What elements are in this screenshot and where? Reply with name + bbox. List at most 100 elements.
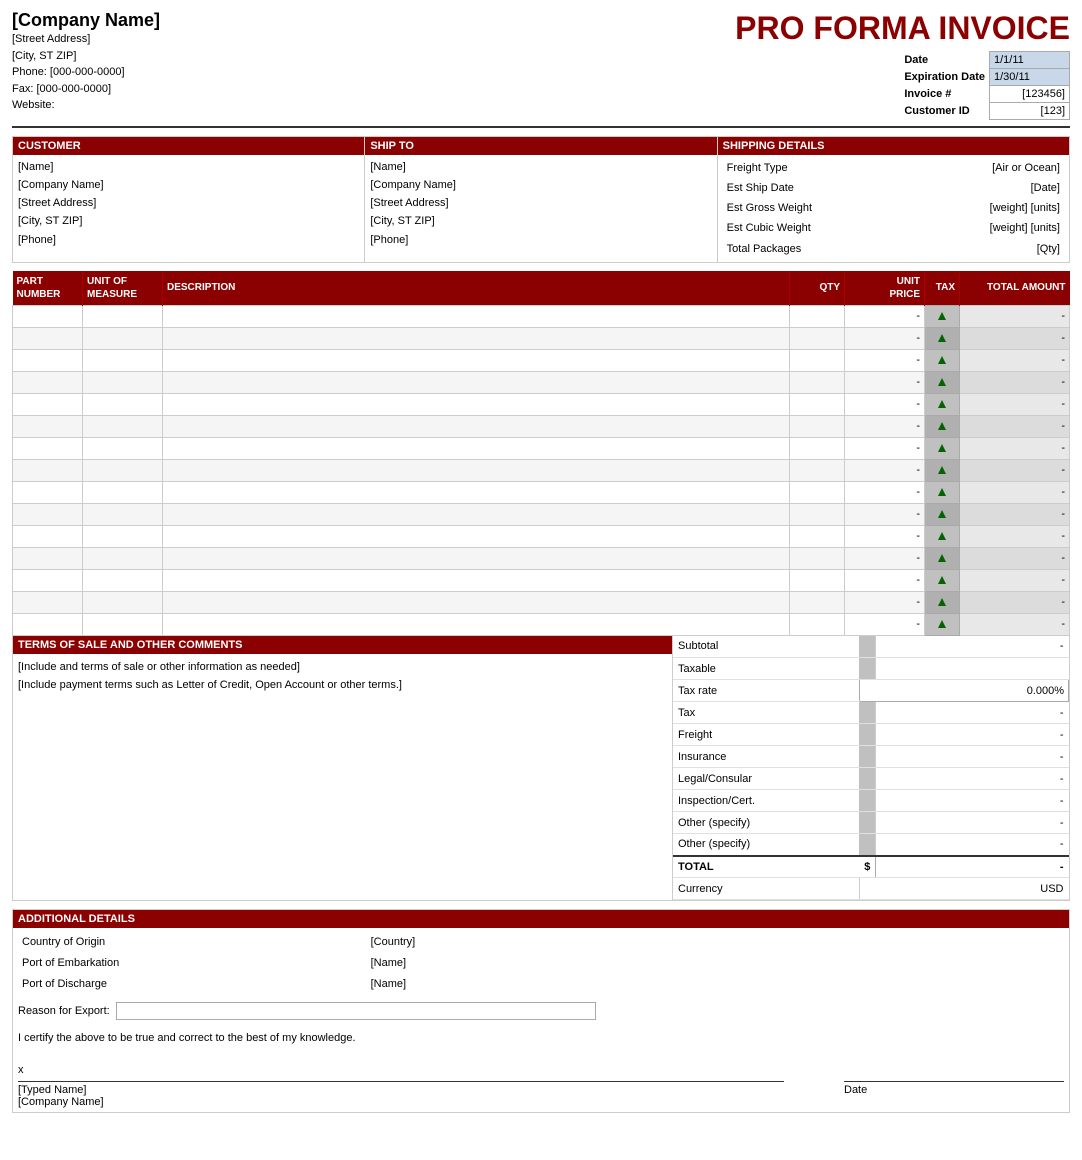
part-cell [13, 547, 83, 569]
ship-to-header: SHIP TO [365, 137, 716, 155]
desc-cell [163, 613, 790, 635]
other2-marker [859, 834, 876, 856]
total-cell: - [960, 393, 1070, 415]
bottom-section: TERMS OF SALE AND OTHER COMMENTS [Includ… [12, 636, 1070, 902]
unit-cell [83, 525, 163, 547]
taxable-label: Taxable [673, 658, 859, 680]
tax-icon-cell [925, 569, 960, 591]
tax-checkbox-icon[interactable] [929, 575, 955, 585]
table-row: -- [13, 459, 1070, 481]
tax-checkbox-icon[interactable] [929, 465, 955, 475]
taxable-marker [859, 658, 876, 680]
table-row: -- [13, 591, 1070, 613]
discharge-label: Port of Discharge [18, 974, 367, 995]
insurance-value: - [876, 746, 1069, 768]
tax-checkbox-icon[interactable] [929, 399, 955, 409]
tax-checkbox-icon[interactable] [929, 311, 955, 321]
tax-checkbox-icon[interactable] [929, 597, 955, 607]
embarkation-label: Port of Embarkation [18, 953, 367, 974]
tax-checkbox-icon[interactable] [929, 487, 955, 497]
tax-rate-value[interactable]: 0.000% [859, 680, 1068, 702]
unit-cell [83, 569, 163, 591]
price-cell: - [845, 591, 925, 613]
tax-checkbox-icon[interactable] [929, 421, 955, 431]
additional-content: Country of Origin [Country] Port of Emba… [13, 928, 1069, 1112]
tax-checkbox-icon[interactable] [929, 443, 955, 453]
info-sections: CUSTOMER [Name] [Company Name] [Street A… [12, 136, 1070, 263]
ship-to-city: [City, ST ZIP] [370, 212, 711, 230]
part-cell [13, 591, 83, 613]
part-cell [13, 371, 83, 393]
desc-cell [163, 569, 790, 591]
tax-icon-cell [925, 305, 960, 327]
terms-col: TERMS OF SALE AND OTHER COMMENTS [Includ… [13, 636, 673, 901]
currency-label: Currency [673, 878, 859, 900]
customer-company: [Company Name] [18, 176, 359, 194]
shipping-details-content: Freight Type [Air or Ocean] Est Ship Dat… [718, 155, 1069, 262]
tax-icon-cell [925, 481, 960, 503]
qty-cell [790, 349, 845, 371]
qty-cell [790, 525, 845, 547]
desc-cell [163, 393, 790, 415]
other1-marker [859, 812, 876, 834]
ship-to-phone: [Phone] [370, 231, 711, 249]
col-part-header: PARTNUMBER [13, 271, 83, 306]
total-cell: - [960, 327, 1070, 349]
table-row: -- [13, 481, 1070, 503]
desc-cell [163, 327, 790, 349]
tax-checkbox-icon[interactable] [929, 377, 955, 387]
tax-checkbox-icon[interactable] [929, 619, 955, 629]
tax-icon-cell [925, 525, 960, 547]
tax-checkbox-icon[interactable] [929, 355, 955, 365]
other2-label: Other (specify) [673, 834, 859, 856]
certify-text: I certify the above to be true and corre… [18, 1032, 1064, 1044]
price-cell: - [845, 613, 925, 635]
ship-to-section: SHIP TO [Name] [Company Name] [Street Ad… [365, 137, 717, 262]
taxable-value [876, 658, 1069, 680]
desc-cell [163, 305, 790, 327]
price-cell: - [845, 547, 925, 569]
additional-section: ADDITIONAL DETAILS Country of Origin [Co… [12, 909, 1070, 1113]
price-cell: - [845, 393, 925, 415]
tax-checkbox-icon[interactable] [929, 531, 955, 541]
totals-col: Subtotal - Taxable Tax rate 0.000% Tax -… [673, 636, 1069, 901]
sig-block-date: Date [844, 1064, 1064, 1108]
tax-icon-cell [925, 459, 960, 481]
part-cell [13, 393, 83, 415]
other2-value: - [876, 834, 1069, 856]
freight-total-label: Freight [673, 724, 859, 746]
total-cell: - [960, 503, 1070, 525]
company-website: Website: [12, 97, 160, 114]
ship-to-company: [Company Name] [370, 176, 711, 194]
qty-cell [790, 437, 845, 459]
invoice-value: [123456] [990, 86, 1070, 103]
items-table: PARTNUMBER UNIT OFMEASURE DESCRIPTION QT… [12, 271, 1070, 636]
origin-label: Country of Origin [18, 932, 367, 953]
tax-checkbox-icon[interactable] [929, 553, 955, 563]
sig-x-label: x [18, 1064, 24, 1076]
unit-cell [83, 371, 163, 393]
price-cell: - [845, 569, 925, 591]
qty-cell [790, 459, 845, 481]
discharge-value: [Name] [367, 974, 541, 995]
tax-checkbox-icon[interactable] [929, 333, 955, 343]
part-cell [13, 415, 83, 437]
page-header: [Company Name] [Street Address] [City, S… [12, 10, 1070, 128]
total-cell: - [960, 547, 1070, 569]
qty-cell [790, 371, 845, 393]
unit-cell [83, 327, 163, 349]
total-cell: - [960, 349, 1070, 371]
desc-cell [163, 591, 790, 613]
unit-cell [83, 547, 163, 569]
currency-value: USD [859, 878, 1068, 900]
terms-content: [Include and terms of sale or other info… [13, 654, 672, 699]
additional-header: ADDITIONAL DETAILS [13, 910, 1069, 928]
date-label: Date [900, 52, 989, 69]
desc-cell [163, 437, 790, 459]
shipping-details-section: SHIPPING DETAILS Freight Type [Air or Oc… [718, 137, 1069, 262]
reason-input[interactable] [116, 1002, 596, 1020]
ship-to-name: [Name] [370, 158, 711, 176]
customer-content: [Name] [Company Name] [Street Address] [… [13, 155, 364, 252]
total-cell: - [960, 305, 1070, 327]
tax-checkbox-icon[interactable] [929, 509, 955, 519]
